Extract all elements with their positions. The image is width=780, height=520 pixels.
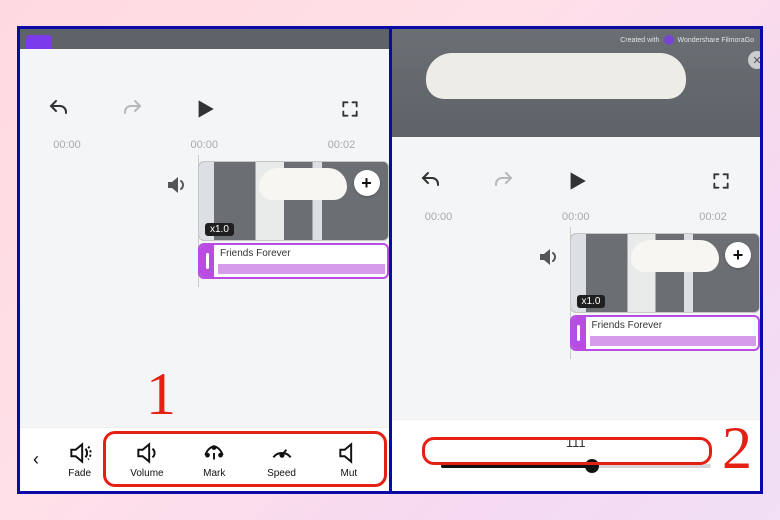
tool-mute[interactable]: Mut [320,440,378,479]
audio-waveform [590,336,757,346]
time-start: 00:00 [414,211,464,223]
timecode-row: 00:00 00:00 00:02 [20,139,389,151]
add-clip-button[interactable]: + [354,170,380,196]
close-watermark-button[interactable]: ✕ [748,51,760,69]
tool-mark[interactable]: Mark [185,440,243,479]
volume-icon [134,440,160,466]
timecode-row: 00:00 00:00 00:02 [392,211,761,223]
track-audio-icon[interactable] [164,173,188,197]
watermark: Created with Wondershare FilmoraGo [620,35,754,45]
video-preview: Created with Wondershare FilmoraGo ✕ [392,29,761,137]
slider-fill [441,464,592,468]
audio-toolbar: ‹ Fade Volume [20,427,389,491]
add-clip-button[interactable]: + [725,242,751,268]
time-current: 00:00 [551,211,601,223]
track-audio-icon[interactable] [536,245,560,269]
fullscreen-button[interactable] [333,92,367,126]
play-button[interactable] [559,164,593,198]
undo-button[interactable] [414,164,448,198]
fade-icon [67,440,93,466]
audio-clip-handle[interactable] [572,317,586,349]
playback-controls [20,79,389,139]
video-subject-cat [426,53,686,99]
editor-panel: 00:00 00:00 00:02 x1.0 + [392,137,761,491]
speed-icon [269,440,295,466]
audio-waveform [218,264,385,274]
time-start: 00:00 [42,139,92,151]
slider-value: 111 [566,435,586,450]
redo-button[interactable] [486,164,520,198]
back-button[interactable]: ‹ [26,440,46,480]
playback-controls [392,151,761,211]
video-clip[interactable]: x1.0 + [198,161,389,241]
slider-knob[interactable] [585,459,599,473]
volume-slider[interactable] [441,456,711,476]
fullscreen-button[interactable] [704,164,738,198]
tool-speed[interactable]: Speed [253,440,311,479]
video-clip[interactable]: x1.0 + [570,233,761,313]
tool-label: Speed [267,468,296,479]
editor-panel: 00:00 00:00 00:02 x1.0 + [20,49,389,491]
undo-button[interactable] [42,92,76,126]
audio-clip-handle[interactable] [200,245,214,277]
audio-clip[interactable]: Friends Forever [570,315,761,351]
time-end: 00:02 [688,211,738,223]
time-end: 00:02 [317,139,367,151]
mute-icon [336,440,362,466]
tool-label: Mark [203,468,225,479]
time-current: 00:00 [179,139,229,151]
clip-speed-badge: x1.0 [577,295,606,308]
audio-clip-label: Friends Forever [220,248,291,259]
audio-clip-label: Friends Forever [592,320,663,331]
mark-icon [201,440,227,466]
audio-clip[interactable]: Friends Forever [198,243,389,279]
screenshot-right: Created with Wondershare FilmoraGo ✕ [392,29,761,491]
timeline[interactable]: x1.0 + Friends Forever [392,233,761,363]
tool-label: Mut [340,468,357,479]
tool-fade[interactable]: Fade [51,440,109,479]
play-button[interactable] [187,92,221,126]
tool-label: Volume [130,468,163,479]
screenshot-left: 00:00 00:00 00:02 x1.0 + [20,29,389,491]
volume-slider-panel: 111 [392,419,761,491]
redo-button[interactable] [115,92,149,126]
timeline[interactable]: x1.0 + Friends Forever [20,161,389,311]
tool-volume[interactable]: Volume [118,440,176,479]
clip-speed-badge: x1.0 [205,223,234,236]
tool-label: Fade [68,468,91,479]
